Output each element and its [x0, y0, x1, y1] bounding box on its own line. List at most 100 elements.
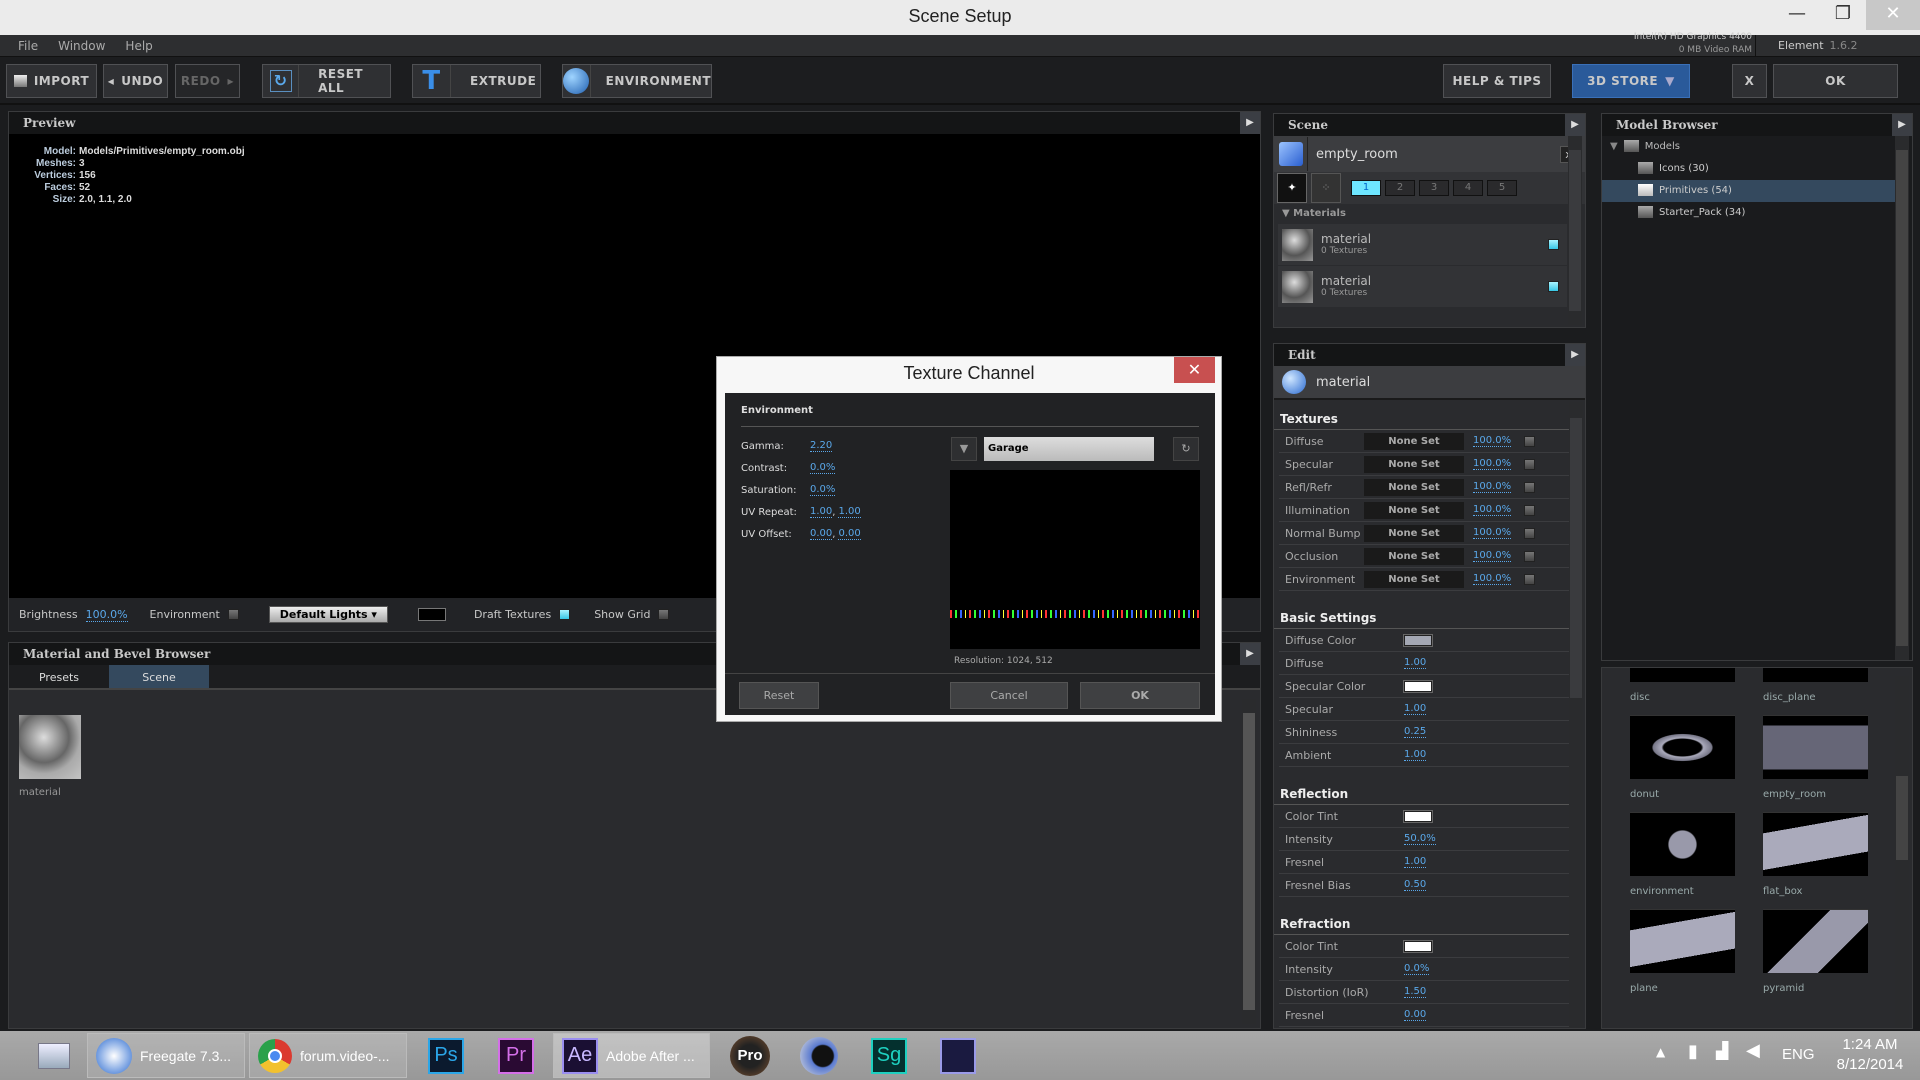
field-value[interactable]: 1.00	[810, 506, 833, 518]
refresh-icon[interactable]: ↻	[1173, 437, 1199, 461]
lights-icon[interactable]: ✦	[1277, 173, 1307, 203]
folder-models[interactable]: ▼ Models	[1602, 136, 1912, 158]
scene-material-item[interactable]: material 0 Textures	[1278, 224, 1567, 265]
menu-file[interactable]: File	[8, 35, 48, 57]
model-thumbnail-empty_room[interactable]: empty_room	[1763, 715, 1896, 812]
model-thumbnail-disc_plane[interactable]: disc_plane	[1763, 668, 1896, 715]
scrollbar[interactable]	[1895, 136, 1909, 660]
language-indicator[interactable]: ENG	[1782, 1046, 1815, 1063]
close-window-button[interactable]: ✕	[1866, 0, 1920, 30]
lights-dropdown[interactable]: Default Lights ▾	[268, 606, 388, 623]
reset-all-button[interactable]: ↻ RESET ALL	[262, 64, 391, 98]
property-value[interactable]: 1.00	[1404, 657, 1427, 669]
field-value[interactable]: 0.00	[810, 528, 833, 540]
expand-arrow-icon[interactable]: ▶	[1892, 114, 1912, 136]
group-button-4[interactable]: 4	[1453, 180, 1483, 196]
model-thumbnail-donut[interactable]: donut	[1630, 715, 1763, 812]
texture-slot[interactable]: None Set	[1364, 455, 1464, 473]
close-icon[interactable]: ✕	[1174, 357, 1215, 383]
material-visible-checkbox[interactable]	[1548, 281, 1559, 292]
texture-strength[interactable]: 100.0%	[1473, 550, 1512, 562]
scrollbar[interactable]	[1568, 136, 1582, 325]
field-value[interactable]: 2.20	[810, 440, 833, 452]
group-button-1[interactable]: 1	[1351, 180, 1381, 196]
texture-enable-checkbox[interactable]	[1524, 573, 1536, 585]
scene-material-item[interactable]: material 0 Textures	[1278, 266, 1567, 307]
texture-slot[interactable]: None Set	[1364, 570, 1464, 588]
texture-slot[interactable]: None Set	[1364, 478, 1464, 496]
help-tips-button[interactable]: HELP & TIPS	[1443, 64, 1551, 98]
group-button-2[interactable]: 2	[1385, 180, 1415, 196]
taskbar-freegate[interactable]: Freegate 7.3...	[87, 1033, 245, 1078]
show-hidden-icons[interactable]: ▲	[1656, 1045, 1665, 1059]
background-color-swatch[interactable]	[417, 608, 446, 621]
property-value[interactable]: 0.25	[1404, 726, 1427, 738]
environment-checkbox[interactable]	[227, 609, 239, 620]
tab-scene[interactable]: Scene	[109, 665, 209, 688]
task-manager-icon[interactable]	[30, 1033, 80, 1078]
undo-button[interactable]: ◂ UNDO	[103, 64, 168, 98]
show-grid-checkbox[interactable]	[658, 609, 670, 620]
property-value[interactable]: 1.50	[1404, 986, 1427, 998]
texture-dropdown-arrow[interactable]: ▼	[951, 437, 977, 461]
texture-enable-checkbox[interactable]	[1524, 527, 1536, 539]
taskbar-cinema4d[interactable]	[792, 1033, 838, 1078]
taskbar-photoshop[interactable]: Ps	[420, 1033, 464, 1078]
taskbar-pro[interactable]: Pro	[722, 1033, 770, 1078]
tab-presets[interactable]: Presets	[9, 665, 109, 688]
material-visible-checkbox[interactable]	[1548, 239, 1559, 250]
expand-arrow-icon[interactable]: ▶	[1565, 344, 1585, 366]
taskbar-premiere[interactable]: Pr	[490, 1033, 534, 1078]
folder-item[interactable]: Icons (30)	[1602, 158, 1896, 180]
extrude-button[interactable]: T EXTRUDE	[412, 64, 541, 98]
texture-enable-checkbox[interactable]	[1524, 481, 1536, 493]
field-value[interactable]: 1.00	[838, 506, 861, 518]
texture-slot[interactable]: None Set	[1364, 432, 1464, 450]
scene-object-row[interactable]: empty_room x	[1274, 136, 1585, 172]
minimize-button[interactable]: —	[1774, 0, 1820, 30]
3d-store-button[interactable]: 3D STORE ▼	[1572, 64, 1690, 98]
model-thumbnail-disc[interactable]: disc	[1630, 668, 1763, 715]
model-thumbnail-plane[interactable]: plane	[1630, 909, 1763, 1006]
folder-item[interactable]: Starter_Pack (34)	[1602, 202, 1896, 224]
texture-strength[interactable]: 100.0%	[1473, 504, 1512, 516]
texture-enable-checkbox[interactable]	[1524, 504, 1536, 516]
taskbar-chrome[interactable]: forum.video-...	[249, 1033, 407, 1078]
taskbar-speedgrade[interactable]: Sg	[863, 1033, 907, 1078]
redo-button[interactable]: REDO ▸	[175, 64, 240, 98]
expand-arrow-icon[interactable]: ▶	[1565, 114, 1585, 136]
texture-slot[interactable]: None Set	[1364, 547, 1464, 565]
property-value[interactable]: 50.0%	[1404, 833, 1436, 845]
property-value[interactable]: 0.50	[1404, 879, 1427, 891]
field-value[interactable]: 0.0%	[810, 462, 836, 474]
group-button-5[interactable]: 5	[1487, 180, 1517, 196]
field-value[interactable]: 0.0%	[810, 484, 836, 496]
texture-strength[interactable]: 100.0%	[1473, 458, 1512, 470]
taskbar-after-effects[interactable]: Ae Adobe After ...	[553, 1033, 710, 1078]
property-value[interactable]: 1.00	[1404, 703, 1427, 715]
folder-item[interactable]: Primitives (54)	[1602, 180, 1896, 202]
scrollbar[interactable]	[1242, 699, 1256, 1024]
property-value[interactable]: 1.00	[1404, 749, 1427, 761]
color-swatch[interactable]	[1403, 939, 1433, 953]
texture-strength[interactable]: 100.0%	[1473, 527, 1512, 539]
property-value[interactable]: 0.00	[1404, 1009, 1427, 1021]
material-item[interactable]: material	[19, 715, 81, 798]
texture-strength[interactable]: 100.0%	[1473, 481, 1512, 493]
environment-button[interactable]: ENVIRONMENT	[562, 64, 712, 98]
texture-enable-checkbox[interactable]	[1524, 458, 1536, 470]
volume-icon[interactable]: ◀	[1746, 1040, 1760, 1061]
brightness-value[interactable]: 100.0%	[85, 608, 128, 622]
model-thumbnail-flat_box[interactable]: flat_box	[1763, 812, 1896, 909]
texture-enable-checkbox[interactable]	[1524, 435, 1536, 447]
expand-arrow-icon[interactable]: ▶	[1240, 643, 1260, 665]
property-value[interactable]: 0.0%	[1404, 963, 1430, 975]
clock[interactable]: 1:24 AM 8/12/2014	[1826, 1035, 1914, 1075]
texture-slot[interactable]: None Set	[1364, 501, 1464, 519]
materials-toggle[interactable]: ▼ Materials	[1274, 204, 1585, 224]
property-value[interactable]: 1.00	[1404, 856, 1427, 868]
maximize-button[interactable]: ❐	[1820, 0, 1866, 30]
cancel-button[interactable]: Cancel	[950, 682, 1068, 709]
model-thumbnail-pyramid[interactable]: pyramid	[1763, 909, 1896, 1006]
draft-textures-checkbox[interactable]	[559, 609, 571, 620]
